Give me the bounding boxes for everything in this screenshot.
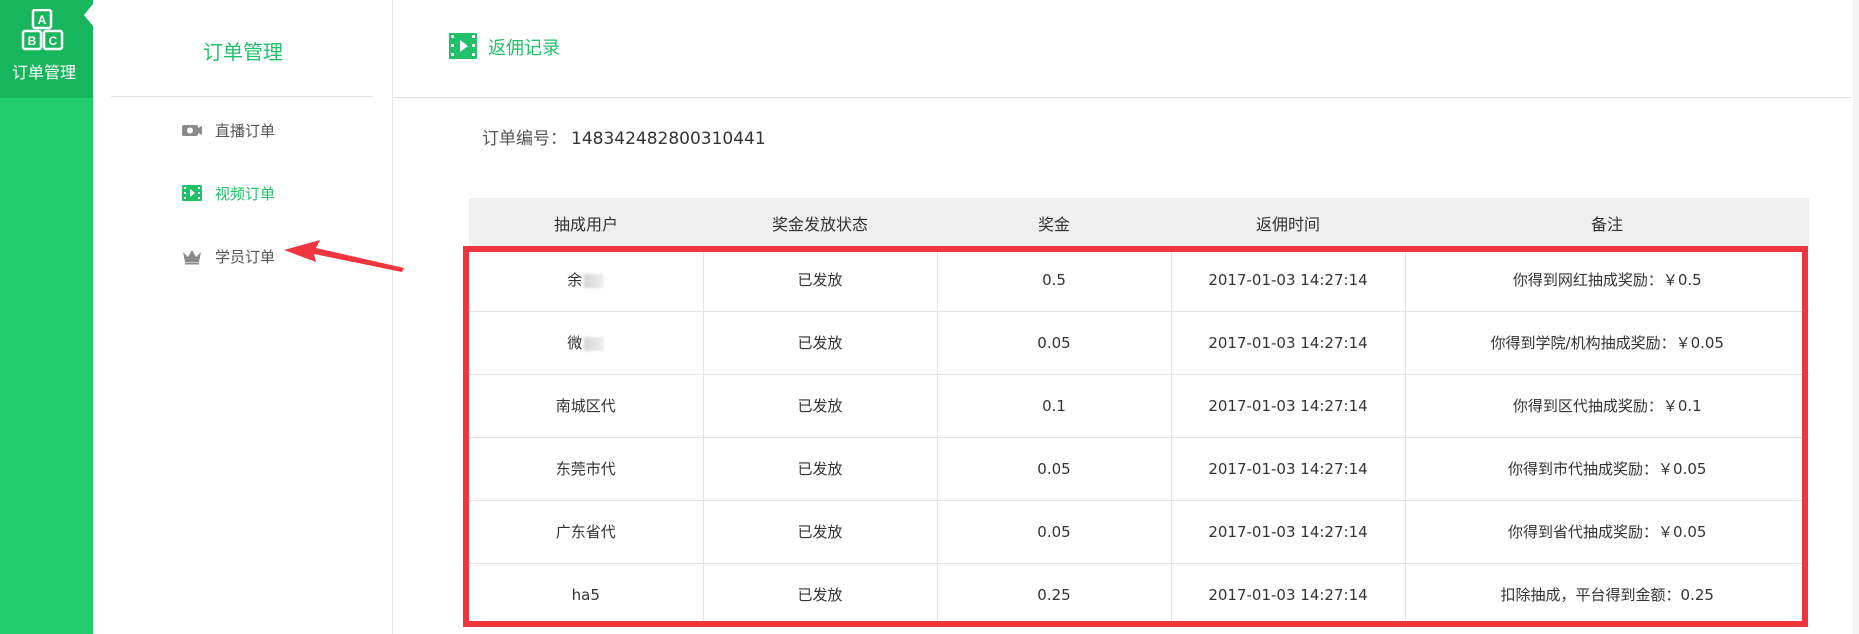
cell-note: 你得到区代抽成奖励：￥0.1: [1405, 373, 1809, 437]
sidebar: 订单管理 直播订单 视频订单 学员订单: [93, 0, 393, 634]
table-row: 微 已发放 0.05 2017-01-03 14:27:14 你得到学院/机构抽…: [469, 310, 1809, 374]
cell-status: 已发放: [703, 310, 938, 374]
table-row: 广东省代 已发放 0.05 2017-01-03 14:27:14 你得到省代抽…: [469, 499, 1809, 563]
cell-user: 南城区代: [469, 373, 704, 437]
cell-amount: 0.05: [937, 499, 1172, 563]
table-row: ha5 已发放 0.25 2017-01-03 14:27:14 扣除抽成，平台…: [469, 562, 1809, 626]
logo-letter-a: A: [38, 13, 47, 27]
blurred-text: [584, 336, 605, 351]
cell-note: 你得到学院/机构抽成奖励：￥0.05: [1405, 310, 1809, 374]
column-header: 备注: [1590, 214, 1623, 234]
left-rail: A B C 订单管理: [0, 0, 93, 634]
sidebar-divider: [111, 96, 373, 97]
cell-time: 2017-01-03 14:27:14: [1171, 499, 1406, 563]
cell-time: 2017-01-03 14:27:14: [1171, 310, 1406, 374]
logo-letter-c: C: [49, 34, 58, 48]
cell-time: 2017-01-03 14:27:14: [1171, 562, 1406, 626]
user-name: 微: [567, 334, 583, 352]
table-row: 南城区代 已发放 0.1 2017-01-03 14:27:14 你得到区代抽成…: [469, 373, 1809, 437]
sidebar-item-label: 学员订单: [215, 247, 276, 266]
cell-amount: 0.25: [937, 562, 1172, 626]
annotation-arrow: [284, 240, 404, 272]
order-number-line: 订单编号： 148342482800310441: [482, 124, 766, 149]
cell-user: 微: [469, 310, 704, 374]
cell-status: 已发放: [703, 562, 938, 626]
crown-icon: [183, 250, 201, 265]
cell-user: ha5: [469, 562, 704, 626]
cell-note: 你得到省代抽成奖励：￥0.05: [1405, 499, 1809, 563]
video-film-icon: [449, 33, 477, 59]
cell-note: 你得到网红抽成奖励：￥0.5: [1405, 247, 1809, 311]
cell-amount: 0.1: [937, 373, 1172, 437]
cell-status: 已发放: [703, 373, 938, 437]
cell-status: 已发放: [703, 247, 938, 311]
rail-item-label: 订单管理: [11, 63, 76, 82]
page-header: 返佣记录: [394, 0, 1859, 98]
sidebar-item-label: 直播订单: [215, 121, 276, 140]
cell-amount: 0.05: [937, 310, 1172, 374]
cell-status: 已发放: [703, 436, 938, 500]
abc-blocks-icon: A B C: [21, 9, 64, 51]
page-title: 返佣记录: [488, 38, 560, 59]
commission-table: 抽成用户 奖金发放状态 奖金 返佣时间 备注 余 已发放 0.5 2017-01…: [469, 198, 1818, 626]
scrollbar[interactable]: [1853, 0, 1859, 634]
camera-icon: [182, 125, 202, 136]
logo-letter-b: B: [28, 34, 37, 48]
order-number-label: 订单编号：: [482, 129, 567, 149]
sidebar-title: 订单管理: [203, 40, 283, 64]
sidebar-item-label: 视频订单: [215, 184, 276, 203]
cell-amount: 0.05: [937, 436, 1172, 500]
cell-note: 你得到市代抽成奖励：￥0.05: [1405, 436, 1809, 500]
column-header: 返佣时间: [1255, 214, 1320, 234]
cell-time: 2017-01-03 14:27:14: [1171, 373, 1406, 437]
cell-user: 余: [469, 247, 704, 311]
sidebar-item-live-orders[interactable]: 直播订单: [181, 118, 275, 142]
table-header-row: 抽成用户 奖金发放状态 奖金 返佣时间 备注: [469, 198, 1809, 248]
table-row: 东莞市代 已发放 0.05 2017-01-03 14:27:14 你得到市代抽…: [469, 436, 1809, 500]
cell-note: 扣除抽成，平台得到金额：0.25: [1405, 562, 1809, 626]
active-notch: [84, 4, 93, 26]
table-row: 余 已发放 0.5 2017-01-03 14:27:14 你得到网红抽成奖励：…: [469, 247, 1809, 311]
cell-time: 2017-01-03 14:27:14: [1171, 436, 1406, 500]
main-content: 返佣记录 订单编号： 148342482800310441 抽成用户 奖金发放状态…: [394, 0, 1859, 634]
cell-amount: 0.5: [937, 247, 1172, 311]
rail-item-order-management[interactable]: A B C 订单管理: [0, 0, 93, 98]
order-number-value: 148342482800310441: [571, 129, 766, 149]
cell-user: 广东省代: [469, 499, 704, 563]
cell-user: 东莞市代: [469, 436, 704, 500]
user-name: 余: [567, 271, 583, 289]
cell-status: 已发放: [703, 499, 938, 563]
sidebar-item-video-orders[interactable]: 视频订单: [181, 181, 275, 205]
column-header: 奖金: [1037, 214, 1070, 234]
column-header: 奖金发放状态: [771, 214, 868, 234]
video-film-icon: [182, 185, 202, 201]
blurred-text: [584, 273, 605, 288]
cell-time: 2017-01-03 14:27:14: [1171, 247, 1406, 311]
column-header: 抽成用户: [553, 214, 618, 234]
sidebar-item-student-orders[interactable]: 学员订单: [181, 244, 275, 268]
